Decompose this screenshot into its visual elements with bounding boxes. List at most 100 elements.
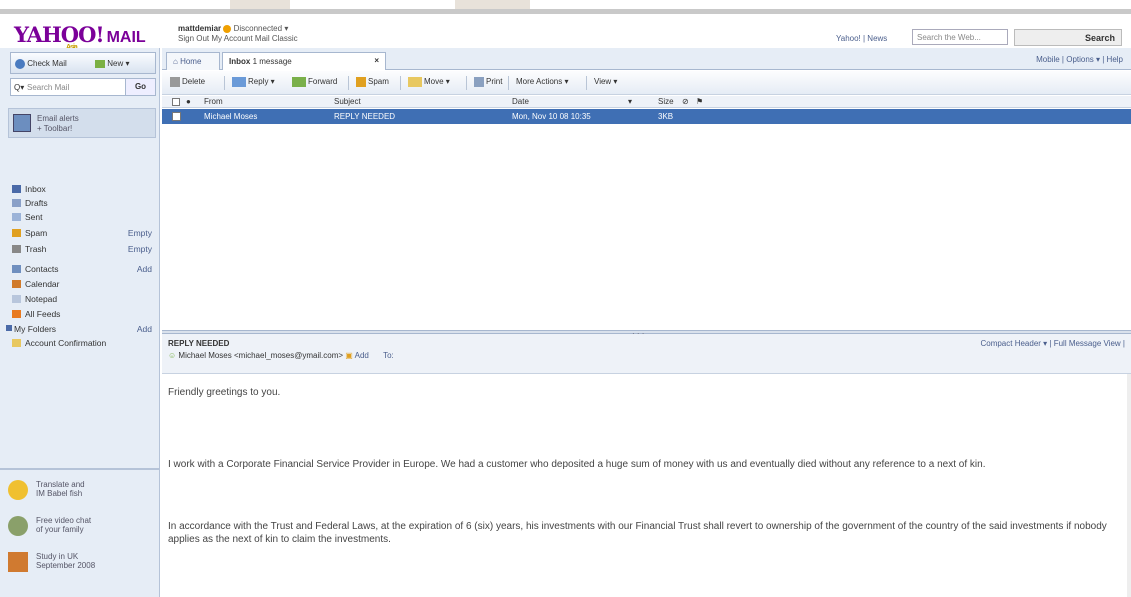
top-links[interactable]: Yahoo! | News [836,34,887,43]
sort-arrow-icon[interactable]: ▾ [628,97,632,106]
empty-trash-link[interactable]: Empty [128,244,152,254]
promo-line: Study in UK [36,552,79,561]
column-subject[interactable]: Subject [334,97,361,106]
empty-spam-link[interactable]: Empty [128,228,152,238]
tab-links[interactable]: Mobile | Options ▾ | Help [1036,55,1123,64]
window-strip-segment [230,0,290,9]
reply-icon [232,77,246,87]
folder-label: Calendar [25,279,60,289]
spam-icon [356,77,366,87]
delete-button[interactable]: Delete [170,77,205,87]
print-button[interactable]: Print [474,77,502,87]
check-mail-label: Check Mail [27,59,67,69]
folder-inbox[interactable]: Inbox [12,184,152,196]
preview-scrollbar[interactable] [1127,374,1131,597]
message-subject: REPLY NEEDED [334,112,396,121]
window-strip-segment [455,0,530,9]
folder-sent[interactable]: Sent [12,212,152,224]
folder-all-feeds[interactable]: All Feeds [12,309,152,321]
folder-account-confirmation[interactable]: Account Confirmation [12,338,152,350]
folder-notepad[interactable]: Notepad [12,294,152,306]
add-contact-label: Add [354,351,369,360]
alert-line-2: + Toolbar! [37,124,73,133]
notepad-icon [12,295,21,303]
folder-label: Sent [25,212,43,222]
mail-header: YAHOO!MAIL Asia mattdemiar Disconnected … [0,14,1131,51]
username: mattdemiar [178,24,222,33]
message-paragraph-2: In accordance with the Trust and Federal… [168,521,1107,545]
check-mail-icon [15,59,25,69]
column-date[interactable]: Date [512,97,529,106]
folder-calendar[interactable]: Calendar [12,279,152,291]
sent-icon [12,213,21,221]
spam-label: Spam [368,77,389,87]
move-button[interactable]: Move ▾ [408,77,450,87]
toolbar-alert-promo[interactable]: Email alerts + Toolbar! [8,108,156,138]
attachment-column-icon[interactable]: ⊘ [682,97,689,106]
print-icon [474,77,484,87]
status-dropdown-icon[interactable]: ▾ [284,24,288,33]
more-actions-button[interactable]: More Actions ▾ [516,77,568,86]
view-label: View ▾ [594,77,618,86]
trash-icon [12,245,21,253]
add-contact-link[interactable]: ▣ Add [345,351,369,360]
forward-icon [292,77,306,87]
folder-label: Notepad [25,294,58,304]
promo-video-chat[interactable]: Free video chat of your family [8,514,156,542]
account-links[interactable]: Sign Out My Account Mail Classic [178,34,298,43]
reply-button[interactable]: Reply ▾ [232,77,275,87]
column-size[interactable]: Size [658,97,674,106]
add-contact-icon: ▣ [345,351,353,360]
preview-view-links[interactable]: Compact Header ▾ | Full Message View | [980,339,1125,348]
home-icon: ⌂ [173,57,181,66]
mail-search-go-button[interactable]: Go [125,79,155,95]
tab-inbox[interactable]: Inbox 1 message × [222,52,386,70]
mail-search-input[interactable]: Q▾ Search Mail Go [10,78,156,96]
select-all-checkbox[interactable] [172,98,180,106]
close-icon[interactable]: × [374,56,379,65]
promo-line: September 2008 [36,561,96,570]
flag-column-icon[interactable]: ● [186,97,191,106]
preview-subject: REPLY NEEDED [168,339,230,348]
flag-status-column-icon[interactable]: ⚑ [696,97,703,106]
promo-study-uk[interactable]: Study in UK September 2008 [8,550,156,578]
table-row[interactable]: Michael Moses REPLY NEEDED Mon, Nov 10 0… [162,109,1131,124]
alert-icon [13,114,31,132]
web-search-button[interactable]: Search [1014,29,1122,46]
add-contact-link[interactable]: Add [137,264,152,274]
message-list-header: ● From Subject Date ▾ Size ⊘ ⚑ [162,96,1131,108]
folder-my-folders[interactable]: My Folders Add [6,324,152,336]
study-icon [8,552,28,572]
sidebar-divider [0,468,160,470]
message-greeting: Friendly greetings to you. [168,387,281,398]
message-checkbox[interactable] [172,112,181,121]
toolbar-separator [466,76,467,90]
tab-home[interactable]: ⌂ Home [166,52,220,70]
delete-label: Delete [182,77,206,87]
folder-label: Trash [25,244,47,254]
folder-trash[interactable]: Trash Empty [12,244,152,256]
yahoo-mail-logo[interactable]: YAHOO!MAIL Asia [14,22,146,51]
view-button[interactable]: View ▾ [594,77,617,86]
promo-translate[interactable]: Translate and IM Babel fish [8,478,156,506]
folder-contacts[interactable]: Contacts Add [12,264,152,276]
spam-button[interactable]: Spam [356,77,389,87]
column-from[interactable]: From [204,97,223,106]
check-mail-button[interactable]: Check Mail [15,59,67,69]
new-button[interactable]: New ▾ [95,59,129,68]
new-label: New ▾ [107,59,130,68]
preview-sender[interactable]: Michael Moses <michael_moses@ymail.com> [178,351,343,360]
web-search-input[interactable]: Search the Web... [912,29,1008,45]
preview-from-line: ☺ Michael Moses <michael_moses@ymail.com… [168,351,394,360]
folder-drafts[interactable]: Drafts [12,198,152,210]
expand-icon[interactable] [6,325,12,331]
feeds-icon [12,310,21,318]
preview-to-label: To: [383,351,394,360]
add-folder-link[interactable]: Add [137,324,152,334]
new-mail-icon [95,59,105,68]
search-icon: Q▾ [14,83,25,92]
folder-spam[interactable]: Spam Empty [12,228,152,240]
folder-label: Spam [25,228,48,238]
forward-button[interactable]: Forward [292,77,337,87]
messenger-status[interactable]: Disconnected [234,24,282,33]
